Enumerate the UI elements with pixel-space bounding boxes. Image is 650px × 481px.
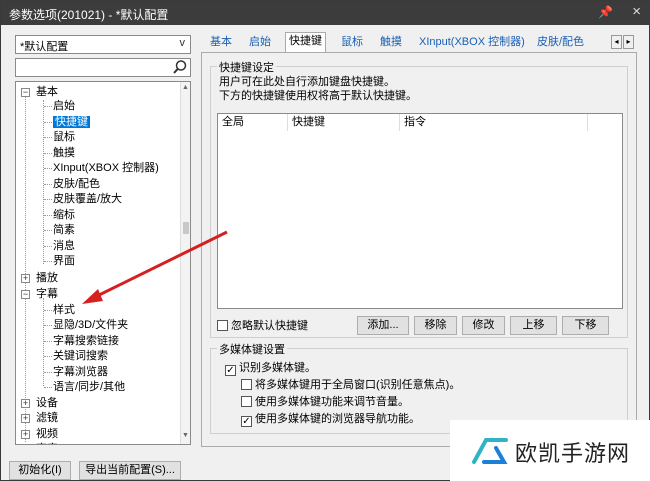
checkbox-box[interactable] bbox=[217, 320, 228, 331]
tab-touch[interactable]: 触摸 bbox=[377, 34, 405, 52]
watermark: 欧凯手游网 bbox=[450, 420, 650, 481]
tab-basic[interactable]: 基本 bbox=[207, 34, 235, 52]
collapse-icon[interactable]: − bbox=[21, 290, 30, 299]
preset-dropdown[interactable]: *默认配置 v bbox=[15, 35, 191, 54]
tree-item-filters[interactable]: 滤镜 bbox=[36, 411, 58, 426]
search-icon[interactable] bbox=[172, 59, 188, 75]
search-input[interactable] bbox=[15, 58, 191, 77]
preferences-window: 参数选项(201021) - *默认配置 📌 × *默认配置 v − 基本 启始… bbox=[0, 0, 650, 481]
tree-item-language[interactable]: 语言/同步/其他 bbox=[53, 380, 125, 395]
add-button[interactable]: 添加... bbox=[357, 316, 409, 335]
title-bar[interactable]: 参数选项(201021) - *默认配置 📌 × bbox=[1, 1, 650, 25]
hotkey-table[interactable]: 全局 快捷键 指令 bbox=[217, 113, 623, 309]
pin-icon[interactable]: 📌 bbox=[598, 5, 613, 19]
remove-button[interactable]: 移除 bbox=[414, 316, 457, 335]
tree-item-subtitles[interactable]: 字幕 bbox=[36, 287, 58, 302]
tree-item-playback[interactable]: 播放 bbox=[36, 271, 58, 286]
checkbox-box[interactable]: ✓ bbox=[241, 416, 252, 427]
scroll-down-icon[interactable]: ▼ bbox=[182, 432, 189, 439]
tree-item-thumbnail[interactable]: 缩标 bbox=[53, 208, 75, 223]
watermark-text: 欧凯手游网 bbox=[515, 442, 631, 467]
media-keys-volume-checkbox[interactable]: 使用多媒体键功能来调节音量。 bbox=[241, 395, 409, 409]
hotkey-desc-2: 下方的快捷键使用权将高于默认快捷键。 bbox=[219, 90, 417, 102]
hotkey-desc-1: 用户可在此处自行添加键盘快捷键。 bbox=[219, 76, 395, 88]
checkbox-box[interactable]: ✓ bbox=[225, 365, 236, 376]
move-up-button[interactable]: 上移 bbox=[510, 316, 557, 335]
scroll-up-icon[interactable]: ▲ bbox=[182, 84, 189, 91]
media-group-legend: 多媒体键设置 bbox=[217, 341, 287, 357]
column-header-command[interactable]: 指令 bbox=[400, 114, 588, 131]
hotkeys-panel: 快捷键设定 用户可在此处自行添加键盘快捷键。 下方的快捷键使用权将高于默认快捷键… bbox=[201, 52, 637, 447]
close-icon[interactable]: × bbox=[632, 3, 641, 20]
expand-icon[interactable]: + bbox=[21, 274, 30, 283]
tab-hotkeys[interactable]: 快捷键 bbox=[285, 32, 326, 53]
expand-icon[interactable]: + bbox=[21, 430, 30, 439]
tree-item-hotkeys[interactable]: 快捷键 bbox=[53, 115, 90, 130]
tree-item-interface[interactable]: 界面 bbox=[53, 254, 75, 269]
tree-scrollbar[interactable]: ▲ ▼ bbox=[180, 82, 190, 444]
tree-item-mouse[interactable]: 鼠标 bbox=[53, 130, 75, 145]
tab-mouse[interactable]: 鼠标 bbox=[338, 34, 366, 52]
tree-item-simple[interactable]: 简素 bbox=[53, 223, 75, 238]
tab-scroll-right-icon[interactable]: ▸ bbox=[623, 35, 634, 49]
chevron-down-icon[interactable]: v bbox=[180, 37, 186, 49]
global-media-keys-checkbox[interactable]: 将多媒体键用于全局窗口(识别任意焦点)。 bbox=[241, 378, 460, 392]
preset-value: *默认配置 bbox=[20, 41, 69, 53]
scrollbar-thumb[interactable] bbox=[183, 222, 189, 234]
tree-item-display[interactable]: 显隐/3D/文件夹 bbox=[53, 318, 128, 333]
column-header-hotkey[interactable]: 快捷键 bbox=[288, 114, 400, 131]
move-down-button[interactable]: 下移 bbox=[562, 316, 609, 335]
tab-scroll-left-icon[interactable]: ◂ bbox=[611, 35, 622, 49]
export-config-button[interactable]: 导出当前配置(S)... bbox=[79, 461, 181, 480]
media-keys-browser-nav-checkbox[interactable]: ✓ 使用多媒体键的浏览器导航功能。 bbox=[241, 412, 420, 427]
tree-item-style[interactable]: 样式 bbox=[53, 303, 75, 318]
recognize-media-keys-checkbox[interactable]: ✓ 识别多媒体键。 bbox=[225, 361, 316, 376]
tree-item-subtitle-search[interactable]: 字幕搜索链接 bbox=[53, 334, 119, 349]
checkbox-box[interactable] bbox=[241, 379, 252, 390]
init-button[interactable]: 初始化(I) bbox=[9, 461, 71, 480]
tree-item-xinput[interactable]: XInput(XBOX 控制器) bbox=[53, 161, 159, 176]
tree-item-audio[interactable]: 声音 bbox=[36, 442, 58, 444]
watermark-logo-icon bbox=[472, 438, 508, 464]
hotkey-settings-group: 快捷键设定 用户可在此处自行添加键盘快捷键。 下方的快捷键使用权将高于默认快捷键… bbox=[210, 59, 628, 338]
expand-icon[interactable]: + bbox=[21, 414, 30, 423]
tree-item-basic[interactable]: 基本 bbox=[36, 85, 58, 100]
tree-item-skin-overlay[interactable]: 皮肤覆盖/放大 bbox=[53, 192, 122, 207]
modify-button[interactable]: 修改 bbox=[462, 316, 505, 335]
expand-icon[interactable]: + bbox=[21, 399, 30, 408]
tree-line bbox=[43, 100, 44, 264]
tree-item-keyword-search[interactable]: 关键词搜索 bbox=[53, 349, 108, 364]
column-header-global[interactable]: 全局 bbox=[218, 114, 288, 131]
checkbox-box[interactable] bbox=[241, 396, 252, 407]
tab-startup[interactable]: 启始 bbox=[246, 34, 274, 52]
tree-item-video[interactable]: 视频 bbox=[36, 427, 58, 442]
window-title: 参数选项(201021) - *默认配置 bbox=[9, 8, 169, 22]
tree-item-skin[interactable]: 皮肤/配色 bbox=[53, 177, 100, 192]
ignore-default-checkbox[interactable]: 忽略默认快捷键 bbox=[217, 319, 308, 333]
tree-line bbox=[25, 96, 26, 442]
tree-item-touch[interactable]: 触摸 bbox=[53, 146, 75, 161]
tab-skin[interactable]: 皮肤/配色 bbox=[534, 34, 587, 52]
tree-item-subtitle-browser[interactable]: 字幕浏览器 bbox=[53, 365, 108, 380]
tree-item-messages[interactable]: 消息 bbox=[53, 239, 75, 254]
tab-bar: 基本 启始 快捷键 鼠标 触摸 XInput(XBOX 控制器) 皮肤/配色 ◂… bbox=[201, 32, 637, 53]
tree-item-startup[interactable]: 启始 bbox=[53, 99, 75, 114]
collapse-icon[interactable]: − bbox=[21, 88, 30, 97]
hotkey-group-legend: 快捷键设定 bbox=[217, 59, 276, 75]
tab-xinput[interactable]: XInput(XBOX 控制器) bbox=[416, 34, 528, 52]
settings-tree[interactable]: − 基本 启始 快捷键 鼠标 触摸 XInput(XBOX 控制器) 皮肤/配色… bbox=[15, 81, 191, 445]
tree-item-devices[interactable]: 设备 bbox=[36, 396, 58, 411]
